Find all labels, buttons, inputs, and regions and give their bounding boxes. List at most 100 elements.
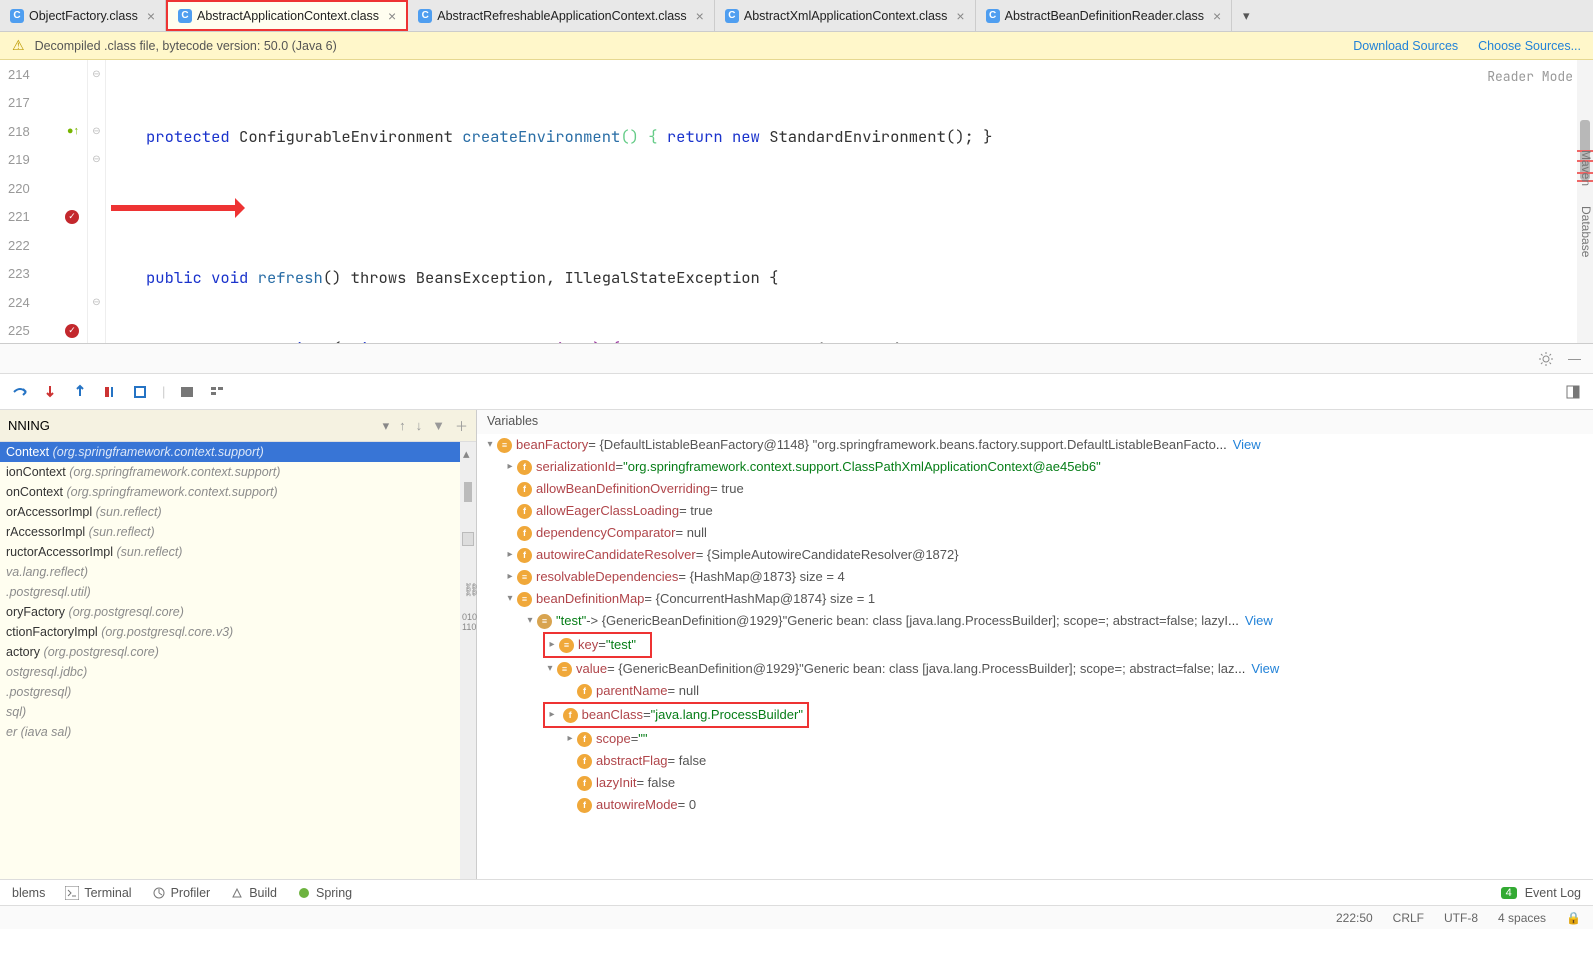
line-number: 225 [8, 323, 30, 338]
profiler-tool[interactable]: Profiler [152, 886, 211, 900]
var-row[interactable]: ▸fserializationId = "org.springframework… [483, 456, 1593, 478]
close-icon[interactable]: × [1213, 8, 1221, 24]
indent-info[interactable]: 4 spaces [1498, 911, 1546, 925]
build-tool[interactable]: Build [230, 886, 277, 900]
tab-label: ObjectFactory.class [29, 9, 138, 23]
class-icon: C [986, 9, 1000, 23]
line-separator[interactable]: CRLF [1393, 911, 1424, 925]
code-area[interactable]: protected ConfigurableEnvironment create… [106, 60, 1577, 343]
stack-frame[interactable]: rAccessorImpl (sun.reflect) [0, 522, 460, 542]
stack-frame[interactable]: ctionFactoryImpl (org.postgresql.core.v3… [0, 622, 460, 642]
reader-mode-toggle[interactable]: Reader Mode [1487, 68, 1573, 85]
trace-icon[interactable] [209, 384, 225, 400]
banner-text: Decompiled .class file, bytecode version… [35, 39, 337, 53]
var-row[interactable]: flazyInit = false [483, 772, 1593, 794]
database-tool[interactable]: Database [1573, 206, 1593, 257]
run-to-cursor-icon[interactable] [132, 384, 148, 400]
breakpoint-icon[interactable] [65, 210, 79, 224]
gutter: 214 217 218●↑ 219 220 221 222 223 224 22… [0, 60, 88, 343]
readonly-lock-icon[interactable]: 🔒 [1566, 911, 1581, 925]
stack-frame[interactable]: sql) [0, 702, 460, 722]
frames-scrollbar[interactable]: ▴ ⛓ 010110 [460, 442, 476, 879]
prev-frame-icon[interactable]: ↑ [399, 418, 406, 433]
maven-tool[interactable]: Maven [1573, 150, 1593, 186]
layout-icon[interactable] [1565, 384, 1581, 400]
var-row[interactable]: fallowBeanDefinitionOverriding = true [483, 478, 1593, 500]
frames-list: Context (org.springframework.context.sup… [0, 442, 460, 879]
add-icon[interactable]: ＋ [455, 416, 468, 435]
chevron-down-icon[interactable]: ▾ [383, 418, 390, 434]
binary-icon[interactable]: 010110 [462, 612, 477, 632]
stack-frame[interactable]: Context (org.springframework.context.sup… [0, 442, 460, 462]
event-log[interactable]: 4 Event Log [1501, 886, 1581, 900]
close-icon[interactable]: × [147, 8, 155, 24]
close-icon[interactable]: × [956, 8, 964, 24]
tab-abstractrefreshable[interactable]: C AbstractRefreshableApplicationContext.… [408, 0, 715, 31]
stack-frame[interactable]: actory (org.postgresql.core) [0, 642, 460, 662]
frames-panel: ▾ ↑ ↓ ▼ ＋ Context (org.springframework.c… [0, 410, 477, 879]
override-icon[interactable]: ●↑ [67, 125, 79, 137]
tab-objectfactory[interactable]: C ObjectFactory.class × [0, 0, 166, 31]
close-icon[interactable]: × [696, 8, 704, 24]
terminal-tool[interactable]: Terminal [65, 886, 131, 900]
thread-selector[interactable] [8, 418, 373, 433]
var-row[interactable]: ▸≡resolvableDependencies = {HashMap@1873… [483, 566, 1593, 588]
var-row[interactable]: ▸fscope = "" [483, 728, 1593, 750]
banner-links: Download Sources Choose Sources... [1353, 39, 1581, 53]
choose-sources-link[interactable]: Choose Sources... [1478, 39, 1581, 53]
stack-frame[interactable]: er (iava sal) [0, 722, 460, 742]
copy-icon[interactable] [462, 532, 474, 546]
next-frame-icon[interactable]: ↓ [416, 418, 423, 433]
var-row[interactable]: ▾≡"test" -> {GenericBeanDefinition@1929}… [483, 610, 1593, 632]
tab-label: AbstractRefreshableApplicationContext.cl… [437, 9, 686, 23]
var-row-highlighted[interactable]: ▸≡key = "test" [543, 632, 652, 658]
tab-label: AbstractXmlApplicationContext.class [744, 9, 948, 23]
minimize-icon[interactable]: — [1568, 351, 1581, 366]
stack-frame[interactable]: ostgresql.jdbc) [0, 662, 460, 682]
stack-frame[interactable]: .postgresql.util) [0, 582, 460, 602]
breakpoint-icon[interactable] [65, 324, 79, 338]
step-over-icon[interactable] [12, 384, 28, 400]
link-icon[interactable]: ⛓ [463, 582, 480, 598]
stack-frame[interactable]: onContext (org.springframework.context.s… [0, 482, 460, 502]
step-out-icon[interactable] [72, 384, 88, 400]
stack-frame[interactable]: ructorAccessorImpl (sun.reflect) [0, 542, 460, 562]
var-row[interactable]: ▾≡value = {GenericBeanDefinition@1929} "… [483, 658, 1593, 680]
var-row[interactable]: ▾≡beanDefinitionMap = {ConcurrentHashMap… [483, 588, 1593, 610]
var-row[interactable]: fabstractFlag = false [483, 750, 1593, 772]
var-row[interactable]: fdependencyComparator = null [483, 522, 1593, 544]
line-number: 218 [8, 124, 30, 139]
right-toolbar: Maven Database [1573, 120, 1593, 257]
stack-frame[interactable]: oryFactory (org.postgresql.core) [0, 602, 460, 622]
var-row[interactable]: ▸fautowireCandidateResolver = {SimpleAut… [483, 544, 1593, 566]
editor: 214 217 218●↑ 219 220 221 222 223 224 22… [0, 60, 1593, 343]
var-row[interactable]: fallowEagerClassLoading = true [483, 500, 1593, 522]
problems-tool[interactable]: blems [12, 886, 45, 900]
close-icon[interactable]: × [388, 8, 396, 24]
variables-panel: Variables ▾≡beanFactory = {DefaultListab… [477, 410, 1593, 879]
stack-frame[interactable]: orAccessorImpl (sun.reflect) [0, 502, 460, 522]
file-encoding[interactable]: UTF-8 [1444, 911, 1478, 925]
stack-frame[interactable]: ionContext (org.springframework.context.… [0, 462, 460, 482]
var-row[interactable]: ▾≡beanFactory = {DefaultListableBeanFact… [483, 434, 1593, 456]
stack-frame[interactable]: .postgresql) [0, 682, 460, 702]
line-number: 221 [8, 209, 30, 224]
drop-frame-icon[interactable] [102, 384, 118, 400]
evaluate-icon[interactable] [179, 384, 195, 400]
fold-column: ⊖⊖⊖ ⊖ [88, 60, 106, 343]
download-sources-link[interactable]: Download Sources [1353, 39, 1458, 53]
var-row-highlighted[interactable]: ▸ fbeanClass = "java.lang.ProcessBuilder… [543, 702, 809, 728]
var-row[interactable]: fautowireMode = 0 [483, 794, 1593, 816]
settings-icon[interactable] [1538, 351, 1554, 367]
var-row[interactable]: fparentName = null [483, 680, 1593, 702]
tab-abstractbeandef[interactable]: C AbstractBeanDefinitionReader.class × [976, 0, 1233, 31]
filter-icon[interactable]: ▼ [432, 418, 445, 433]
tab-abstractapplicationcontext[interactable]: C AbstractApplicationContext.class × [166, 0, 408, 31]
spring-tool[interactable]: Spring [297, 886, 352, 900]
caret-position[interactable]: 222:50 [1336, 911, 1373, 925]
tabs-overflow[interactable]: ▾ [1232, 0, 1260, 31]
stack-frame[interactable]: va.lang.reflect) [0, 562, 460, 582]
tab-abstractxml[interactable]: C AbstractXmlApplicationContext.class × [715, 0, 976, 31]
annotation-arrow [111, 205, 241, 211]
step-into-icon[interactable] [42, 384, 58, 400]
